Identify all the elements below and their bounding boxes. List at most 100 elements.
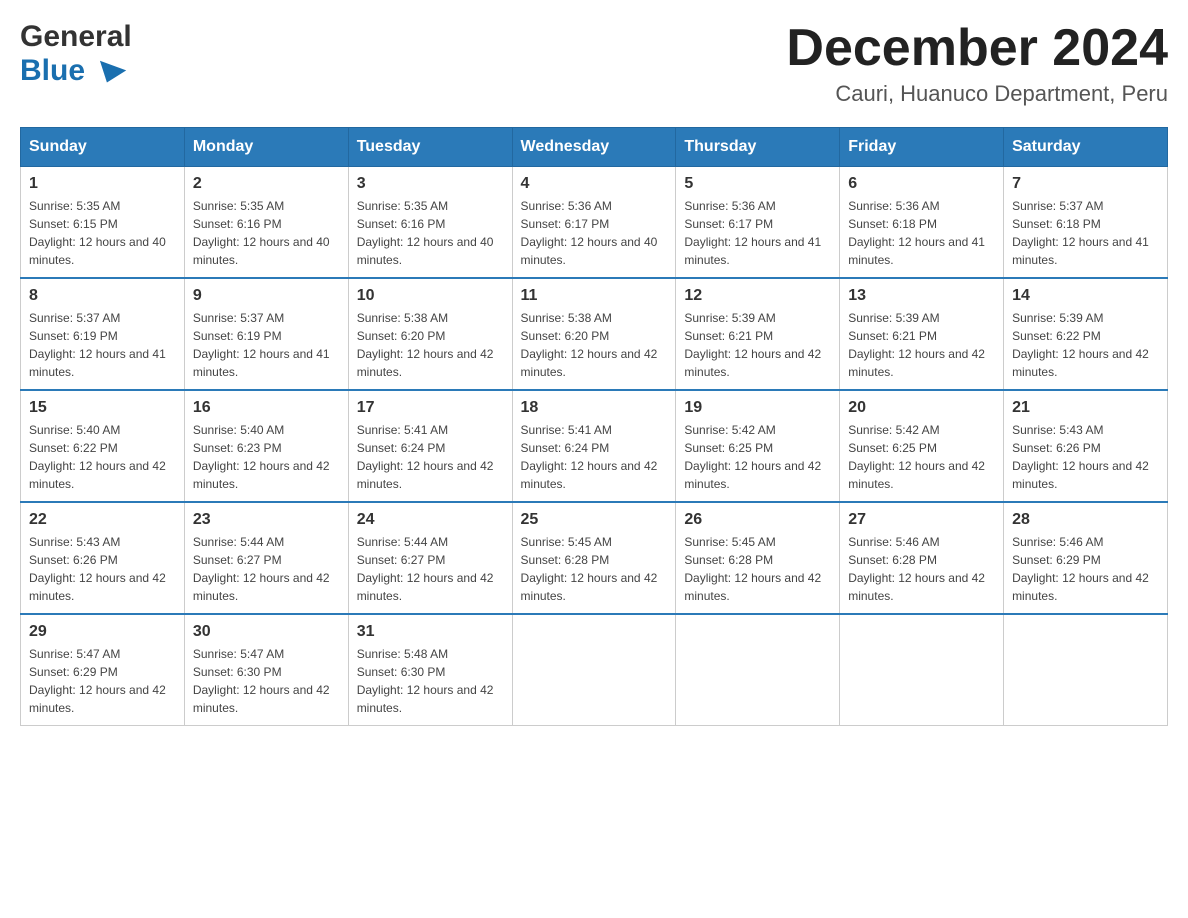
day-info: Sunrise: 5:37 AMSunset: 6:19 PMDaylight:… — [29, 309, 176, 381]
day-number: 19 — [684, 399, 831, 417]
calendar-cell: 11 Sunrise: 5:38 AMSunset: 6:20 PMDayligh… — [512, 278, 676, 390]
logo: General Blue — [20, 20, 132, 88]
day-info: Sunrise: 5:40 AMSunset: 6:23 PMDaylight:… — [193, 421, 340, 493]
month-year-title: December 2024 — [786, 20, 1168, 77]
day-number: 25 — [521, 511, 668, 529]
day-number: 1 — [29, 175, 176, 193]
calendar-cell: 24 Sunrise: 5:44 AMSunset: 6:27 PMDayligh… — [348, 502, 512, 614]
day-number: 31 — [357, 623, 504, 641]
day-info: Sunrise: 5:39 AMSunset: 6:22 PMDaylight:… — [1012, 309, 1159, 381]
day-number: 29 — [29, 623, 176, 641]
logo-general: General — [20, 20, 132, 54]
calendar-cell — [1004, 614, 1168, 726]
day-number: 26 — [684, 511, 831, 529]
header-monday: Monday — [184, 128, 348, 167]
day-number: 16 — [193, 399, 340, 417]
header-tuesday: Tuesday — [348, 128, 512, 167]
day-info: Sunrise: 5:45 AMSunset: 6:28 PMDaylight:… — [684, 533, 831, 605]
week-row-5: 29 Sunrise: 5:47 AMSunset: 6:29 PMDayligh… — [21, 614, 1168, 726]
day-info: Sunrise: 5:43 AMSunset: 6:26 PMDaylight:… — [1012, 421, 1159, 493]
header-sunday: Sunday — [21, 128, 185, 167]
day-number: 7 — [1012, 175, 1159, 193]
day-info: Sunrise: 5:42 AMSunset: 6:25 PMDaylight:… — [684, 421, 831, 493]
day-info: Sunrise: 5:37 AMSunset: 6:18 PMDaylight:… — [1012, 197, 1159, 269]
calendar-cell: 5 Sunrise: 5:36 AMSunset: 6:17 PMDaylight… — [676, 167, 840, 279]
title-area: December 2024 Cauri, Huanuco Department,… — [786, 20, 1168, 107]
day-number: 18 — [521, 399, 668, 417]
calendar-cell: 23 Sunrise: 5:44 AMSunset: 6:27 PMDayligh… — [184, 502, 348, 614]
day-info: Sunrise: 5:35 AMSunset: 6:16 PMDaylight:… — [357, 197, 504, 269]
day-info: Sunrise: 5:47 AMSunset: 6:29 PMDaylight:… — [29, 645, 176, 717]
calendar-cell: 28Sunrise: 5:46 AMSunset: 6:29 PMDayligh… — [1004, 502, 1168, 614]
header-thursday: Thursday — [676, 128, 840, 167]
calendar-cell: 25 Sunrise: 5:45 AMSunset: 6:28 PMDayligh… — [512, 502, 676, 614]
day-number: 11 — [521, 287, 668, 305]
day-info: Sunrise: 5:46 AMSunset: 6:28 PMDaylight:… — [848, 533, 995, 605]
calendar-cell: 10Sunrise: 5:38 AMSunset: 6:20 PMDayligh… — [348, 278, 512, 390]
calendar-cell — [840, 614, 1004, 726]
logo-chevron-icon — [94, 61, 126, 87]
header-saturday: Saturday — [1004, 128, 1168, 167]
header-friday: Friday — [840, 128, 1004, 167]
calendar-cell: 8 Sunrise: 5:37 AMSunset: 6:19 PMDaylight… — [21, 278, 185, 390]
day-number: 13 — [848, 287, 995, 305]
day-number: 12 — [684, 287, 831, 305]
day-info: Sunrise: 5:35 AMSunset: 6:15 PMDaylight:… — [29, 197, 176, 269]
day-number: 30 — [193, 623, 340, 641]
calendar-cell: 7 Sunrise: 5:37 AMSunset: 6:18 PMDaylight… — [1004, 167, 1168, 279]
day-info: Sunrise: 5:37 AMSunset: 6:19 PMDaylight:… — [193, 309, 340, 381]
day-number: 5 — [684, 175, 831, 193]
day-info: Sunrise: 5:39 AMSunset: 6:21 PMDaylight:… — [848, 309, 995, 381]
day-number: 8 — [29, 287, 176, 305]
day-info: Sunrise: 5:38 AMSunset: 6:20 PMDaylight:… — [357, 309, 504, 381]
day-number: 9 — [193, 287, 340, 305]
calendar-cell: 31 Sunrise: 5:48 AMSunset: 6:30 PMDayligh… — [348, 614, 512, 726]
day-info: Sunrise: 5:47 AMSunset: 6:30 PMDaylight:… — [193, 645, 340, 717]
calendar-cell: 30 Sunrise: 5:47 AMSunset: 6:30 PMDayligh… — [184, 614, 348, 726]
calendar-cell: 9 Sunrise: 5:37 AMSunset: 6:19 PMDaylight… — [184, 278, 348, 390]
calendar-cell: 14Sunrise: 5:39 AMSunset: 6:22 PMDayligh… — [1004, 278, 1168, 390]
page-header: General Blue December 2024 Cauri, Huanuc… — [20, 20, 1168, 107]
logo-blue: Blue — [20, 54, 132, 88]
calendar-cell: 16 Sunrise: 5:40 AMSunset: 6:23 PMDayligh… — [184, 390, 348, 502]
day-number: 22 — [29, 511, 176, 529]
week-row-2: 8 Sunrise: 5:37 AMSunset: 6:19 PMDaylight… — [21, 278, 1168, 390]
day-info: Sunrise: 5:43 AMSunset: 6:26 PMDaylight:… — [29, 533, 176, 605]
calendar-cell: 12 Sunrise: 5:39 AMSunset: 6:21 PMDayligh… — [676, 278, 840, 390]
day-info: Sunrise: 5:38 AMSunset: 6:20 PMDaylight:… — [521, 309, 668, 381]
day-info: Sunrise: 5:48 AMSunset: 6:30 PMDaylight:… — [357, 645, 504, 717]
day-info: Sunrise: 5:40 AMSunset: 6:22 PMDaylight:… — [29, 421, 176, 493]
calendar-cell: 2Sunrise: 5:35 AMSunset: 6:16 PMDaylight… — [184, 167, 348, 279]
calendar-table: SundayMondayTuesdayWednesdayThursdayFrid… — [20, 127, 1168, 726]
calendar-header-row: SundayMondayTuesdayWednesdayThursdayFrid… — [21, 128, 1168, 167]
day-info: Sunrise: 5:44 AMSunset: 6:27 PMDaylight:… — [193, 533, 340, 605]
header-wednesday: Wednesday — [512, 128, 676, 167]
day-number: 17 — [357, 399, 504, 417]
calendar-cell: 6 Sunrise: 5:36 AMSunset: 6:18 PMDaylight… — [840, 167, 1004, 279]
day-number: 3 — [357, 175, 504, 193]
day-number: 24 — [357, 511, 504, 529]
day-info: Sunrise: 5:44 AMSunset: 6:27 PMDaylight:… — [357, 533, 504, 605]
calendar-cell: 4Sunrise: 5:36 AMSunset: 6:17 PMDaylight… — [512, 167, 676, 279]
day-info: Sunrise: 5:42 AMSunset: 6:25 PMDaylight:… — [848, 421, 995, 493]
calendar-cell: 17Sunrise: 5:41 AMSunset: 6:24 PMDayligh… — [348, 390, 512, 502]
calendar-cell: 19 Sunrise: 5:42 AMSunset: 6:25 PMDayligh… — [676, 390, 840, 502]
day-number: 4 — [521, 175, 668, 193]
calendar-cell: 18Sunrise: 5:41 AMSunset: 6:24 PMDayligh… — [512, 390, 676, 502]
day-info: Sunrise: 5:36 AMSunset: 6:18 PMDaylight:… — [848, 197, 995, 269]
calendar-cell: 29 Sunrise: 5:47 AMSunset: 6:29 PMDayligh… — [21, 614, 185, 726]
calendar-cell: 1 Sunrise: 5:35 AMSunset: 6:15 PMDaylight… — [21, 167, 185, 279]
week-row-1: 1 Sunrise: 5:35 AMSunset: 6:15 PMDaylight… — [21, 167, 1168, 279]
calendar-cell — [676, 614, 840, 726]
day-number: 28 — [1012, 511, 1159, 529]
day-info: Sunrise: 5:39 AMSunset: 6:21 PMDaylight:… — [684, 309, 831, 381]
day-number: 23 — [193, 511, 340, 529]
calendar-cell: 21Sunrise: 5:43 AMSunset: 6:26 PMDayligh… — [1004, 390, 1168, 502]
day-number: 6 — [848, 175, 995, 193]
day-info: Sunrise: 5:45 AMSunset: 6:28 PMDaylight:… — [521, 533, 668, 605]
day-info: Sunrise: 5:36 AMSunset: 6:17 PMDaylight:… — [684, 197, 831, 269]
calendar-cell: 3 Sunrise: 5:35 AMSunset: 6:16 PMDaylight… — [348, 167, 512, 279]
day-number: 27 — [848, 511, 995, 529]
week-row-3: 15Sunrise: 5:40 AMSunset: 6:22 PMDayligh… — [21, 390, 1168, 502]
week-row-4: 22 Sunrise: 5:43 AMSunset: 6:26 PMDayligh… — [21, 502, 1168, 614]
